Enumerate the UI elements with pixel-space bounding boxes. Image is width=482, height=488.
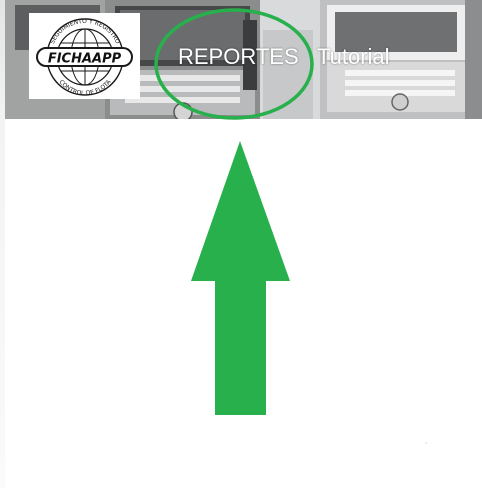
logo-brand-text: FICHAAPP [48,52,122,67]
fichaapp-logo[interactable]: SEGUIMIENTO Y REGISTRO CONTROL DE FLOTA … [29,13,140,99]
globe-logo-icon: SEGUIMIENTO Y REGISTRO CONTROL DE FLOTA … [36,18,133,97]
resize-grip-icon [424,441,428,445]
nav-link-reportes[interactable]: REPORTES [178,43,299,71]
up-arrow-icon [191,141,290,415]
header-banner: SEGUIMIENTO Y REGISTRO CONTROL DE FLOTA … [5,0,482,119]
nav-link-tutorial[interactable]: Tutorial [317,43,390,71]
